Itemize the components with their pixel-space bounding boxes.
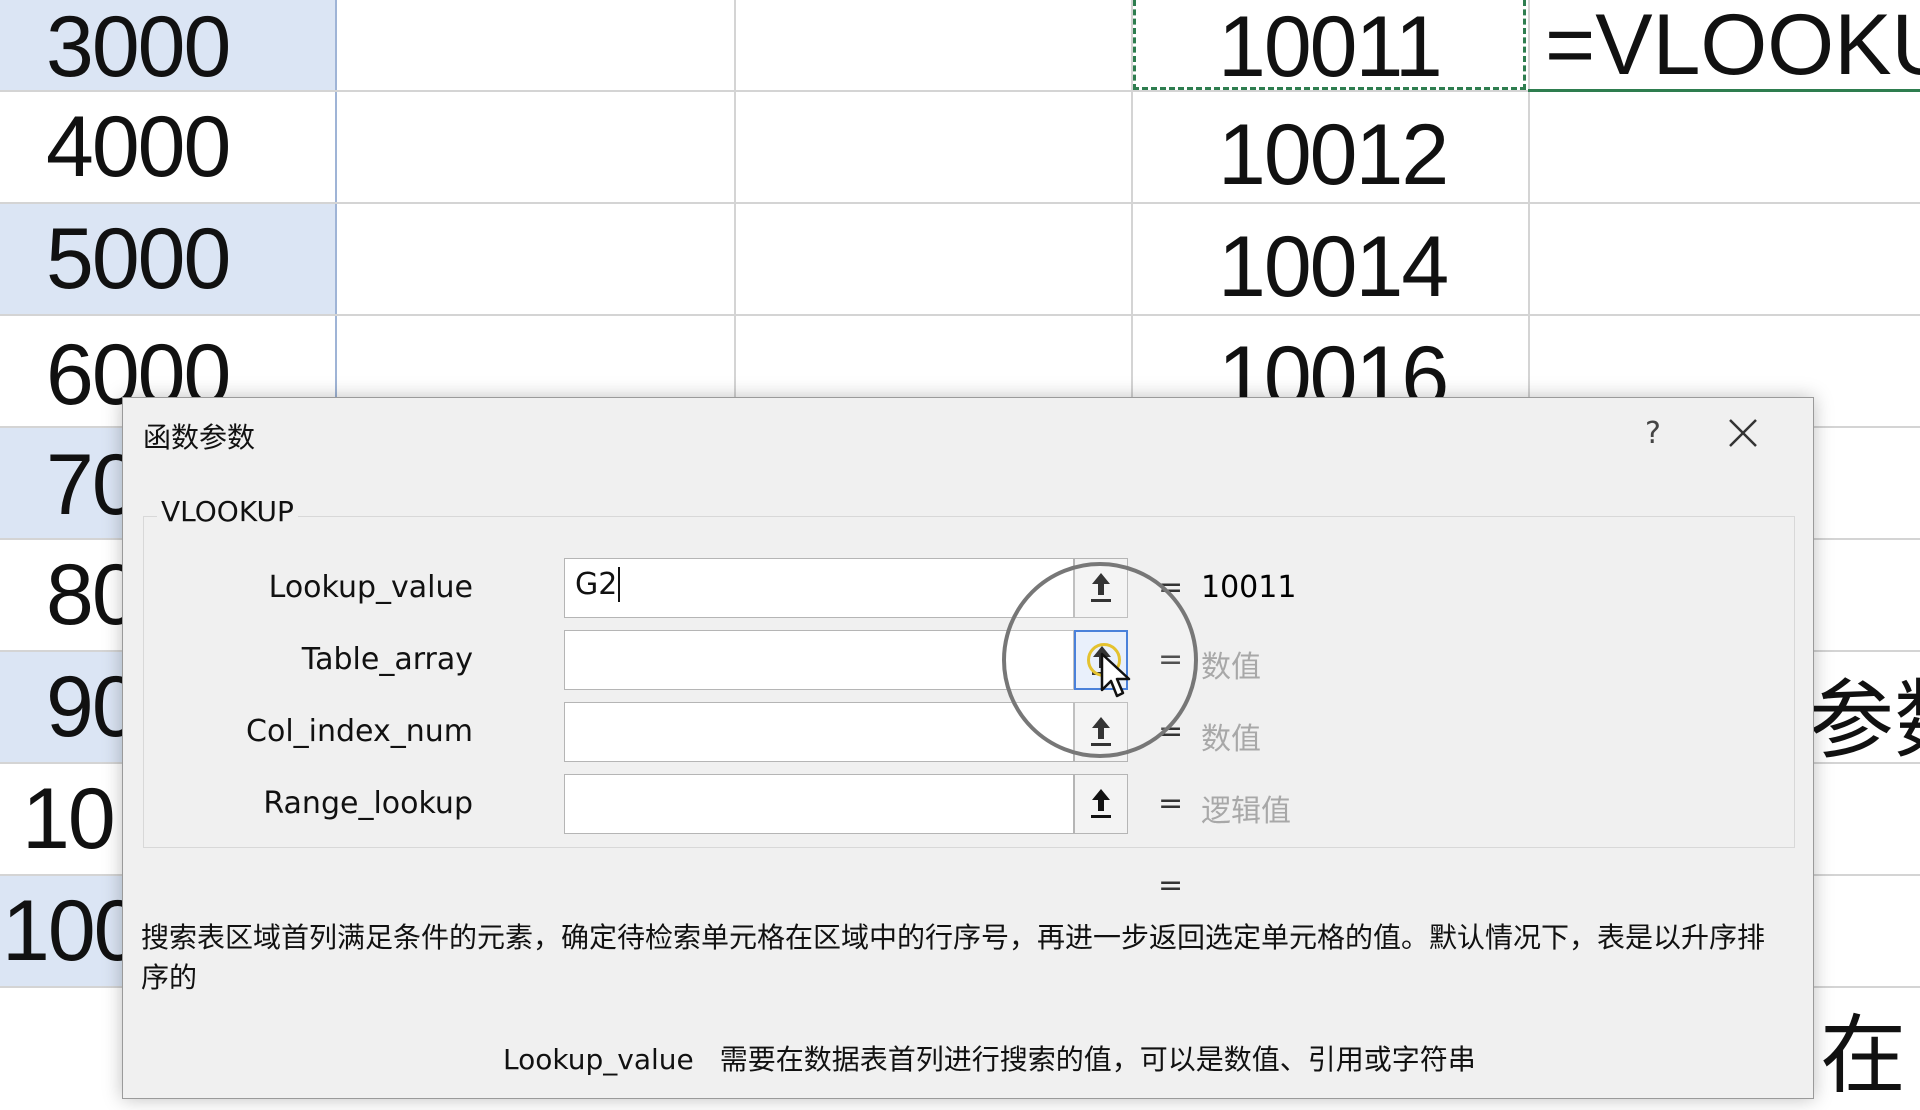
collapse-dialog-icon bbox=[1091, 789, 1111, 818]
arg-result-lookup-value: 10011 bbox=[1201, 570, 1297, 605]
formula-result-equals: = bbox=[1158, 868, 1184, 903]
copy-marquee bbox=[1133, 0, 1526, 90]
function-description: 搜索表区域首列满足条件的元素，确定待检索单元格在区域中的行序号，再进一步返回选定… bbox=[141, 921, 1766, 994]
cell-value: 5000 bbox=[46, 211, 231, 307]
function-arguments-dialog: 函数参数 ? VLOOKUP Lookup_value G2​ = 10011 … bbox=[122, 397, 1814, 1099]
arg-label-table-array: Table_array bbox=[301, 642, 473, 677]
arg-result-range-lookup: 逻辑值 bbox=[1201, 794, 1291, 829]
param-help-name: Lookup_value bbox=[503, 1043, 694, 1076]
arg-label-lookup-value: Lookup_value bbox=[268, 570, 473, 605]
cell-value: 3000 bbox=[46, 0, 231, 95]
cell-a-row2[interactable]: 4000 bbox=[0, 92, 337, 203]
table-array-input[interactable] bbox=[564, 630, 1074, 690]
input-value: G2 bbox=[575, 567, 618, 602]
formula-cell-text: =VLOOKU bbox=[1545, 0, 1920, 93]
function-name: VLOOKUP bbox=[157, 495, 298, 528]
arg-result-col-index-num: 数值 bbox=[1201, 722, 1261, 757]
cell-text-partial: 参数 bbox=[1808, 671, 1920, 771]
text-caret: ​ bbox=[618, 567, 621, 602]
dialog-titlebar[interactable]: 函数参数 ? bbox=[123, 398, 1813, 474]
close-button[interactable] bbox=[1713, 408, 1773, 458]
row-gridline bbox=[0, 202, 1920, 204]
row-gridline bbox=[0, 314, 1920, 316]
parameter-help: Lookup_value 需要在数据表首列进行搜索的值，可以是数值、引用或字符串 bbox=[503, 1038, 1476, 1078]
cell-value: 10 bbox=[22, 771, 116, 867]
cell-value: 4000 bbox=[46, 99, 231, 195]
cell-a-row3[interactable]: 5000 bbox=[0, 204, 337, 315]
help-button[interactable]: ? bbox=[1623, 412, 1683, 456]
cell-value: 100 bbox=[2, 883, 141, 979]
collapse-dialog-button[interactable] bbox=[1074, 774, 1128, 834]
param-help-text: 需要在数据表首列进行搜索的值，可以是数值、引用或字符串 bbox=[719, 1043, 1476, 1076]
arg-label-col-index-num: Col_index_num bbox=[246, 714, 473, 749]
close-icon bbox=[1729, 419, 1757, 447]
cell-e-row3[interactable]: 10014 bbox=[1218, 212, 1449, 322]
col-index-num-input[interactable] bbox=[564, 702, 1074, 762]
arg-result-table-array: 数值 bbox=[1201, 650, 1261, 685]
arg-label-range-lookup: Range_lookup bbox=[263, 786, 473, 821]
cell-e-row2[interactable]: 10012 bbox=[1218, 100, 1449, 210]
dialog-title: 函数参数 bbox=[143, 421, 256, 454]
lookup-value-input[interactable]: G2​ bbox=[564, 558, 1074, 618]
range-lookup-input[interactable] bbox=[564, 774, 1074, 834]
cell-text-partial: 在 bbox=[1820, 1006, 1906, 1106]
equals-sign: = bbox=[1158, 786, 1184, 821]
mouse-pointer-icon bbox=[1100, 652, 1131, 698]
